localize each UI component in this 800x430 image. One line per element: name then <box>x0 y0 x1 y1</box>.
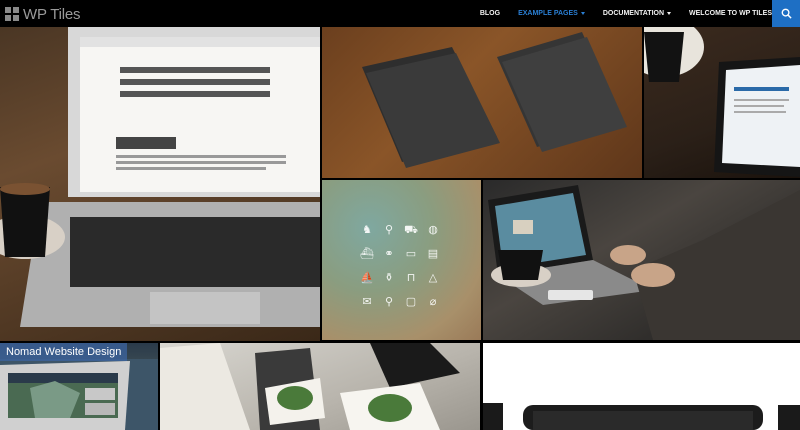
africa-icon: ♞ <box>362 224 372 236</box>
search-button[interactable] <box>772 0 800 27</box>
tile-man-typing[interactable] <box>483 180 800 340</box>
chevron-down-icon <box>667 12 672 15</box>
nav-item-documentation[interactable]: DOCUMENTATION <box>602 10 672 17</box>
man-typing-image <box>488 185 800 340</box>
tiles-logo-icon <box>5 7 19 21</box>
globe-icon: ◍ <box>428 224 438 236</box>
stationery-mockup-image <box>160 343 460 430</box>
tile-nomad-website[interactable]: Nomad Website Design <box>0 343 158 430</box>
nav-label: DOCUMENTATION <box>602 10 665 17</box>
clip-icon: ⌀ <box>429 296 437 308</box>
site-logo[interactable]: WP Tiles <box>5 5 81 23</box>
car-icon: ⛟ <box>404 224 418 236</box>
tile-stationery-mockup[interactable] <box>160 343 480 430</box>
bottle-icon: ⚱ <box>384 272 394 284</box>
nav-label: BLOG <box>479 10 501 17</box>
tablet-coffee-image <box>644 27 800 177</box>
mail-icon: ✉ <box>362 296 372 308</box>
tile-business-cards[interactable] <box>322 27 642 178</box>
train-icon: ▤ <box>427 248 439 260</box>
search-icon <box>781 8 792 19</box>
binoculars-icon: ⚭ <box>384 248 394 260</box>
tile-device-mockup[interactable] <box>483 343 800 430</box>
nav-label: WELCOME TO WP TILES <box>689 10 772 17</box>
bus-icon: ▭ <box>405 248 417 260</box>
bed-icon: ⊓ <box>406 272 416 284</box>
tile-caption[interactable]: Nomad Website Design <box>0 343 128 361</box>
ship-icon: ⛴ <box>360 248 374 260</box>
search-icon: ⚲ <box>384 296 394 308</box>
boat-icon: ⛵ <box>360 272 374 284</box>
tile-icon-set[interactable]: ♞ ⚲ ⛟ ◍ ⛴ ⚭ ▭ ▤ ⛵ ⚱ ⊓ △ ✉ ⚲ ▢ ⌀ <box>322 180 481 340</box>
main-menu: BLOG EXAMPLE PAGES DOCUMENTATION WELCOME… <box>462 0 772 27</box>
chat-icon: ▢ <box>405 296 417 308</box>
tile-tablet-coffee[interactable] <box>644 27 800 178</box>
site-title: WP Tiles <box>23 5 81 23</box>
laptop-coffee-image <box>0 27 320 327</box>
nav-item-blog[interactable]: BLOG <box>480 10 500 17</box>
chevron-down-icon <box>580 12 585 15</box>
top-navigation-bar: WP Tiles BLOG EXAMPLE PAGES DOCUMENTATIO… <box>0 0 800 27</box>
cone-icon: △ <box>428 272 438 284</box>
nav-item-welcome[interactable]: WELCOME TO WP TILES <box>689 10 772 17</box>
tile-laptop-coffee[interactable] <box>0 27 320 341</box>
business-cards-image <box>362 32 627 168</box>
nav-item-example-pages[interactable]: EXAMPLE PAGES <box>518 10 585 17</box>
nav-label: EXAMPLE PAGES <box>518 10 578 17</box>
walker-icon: ⚲ <box>384 224 394 236</box>
device-mockup-image <box>483 403 800 430</box>
icon-set-grid: ♞ ⚲ ⛟ ◍ ⛴ ⚭ ▭ ▤ ⛵ ⚱ ⊓ △ ✉ ⚲ ▢ ⌀ <box>356 218 444 314</box>
